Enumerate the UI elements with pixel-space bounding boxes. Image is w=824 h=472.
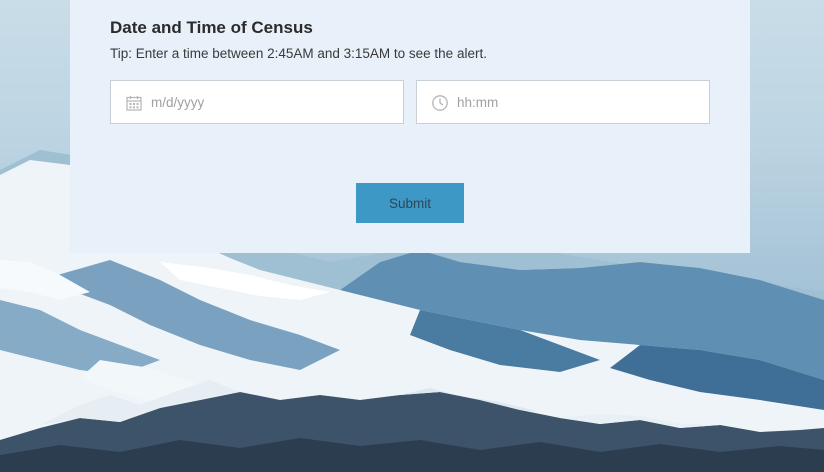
time-input[interactable] (457, 81, 697, 123)
form-title: Date and Time of Census (110, 18, 313, 37)
date-input[interactable] (151, 81, 391, 123)
clock-icon (431, 94, 449, 112)
census-form-panel: Date and Time of Census Tip: Enter a tim… (70, 0, 750, 253)
form-tip: Tip: Enter a time between 2:45AM and 3:1… (110, 46, 487, 61)
submit-button[interactable]: Submit (356, 183, 464, 223)
calendar-icon (125, 94, 143, 112)
date-field[interactable] (110, 80, 404, 124)
time-field[interactable] (416, 80, 710, 124)
